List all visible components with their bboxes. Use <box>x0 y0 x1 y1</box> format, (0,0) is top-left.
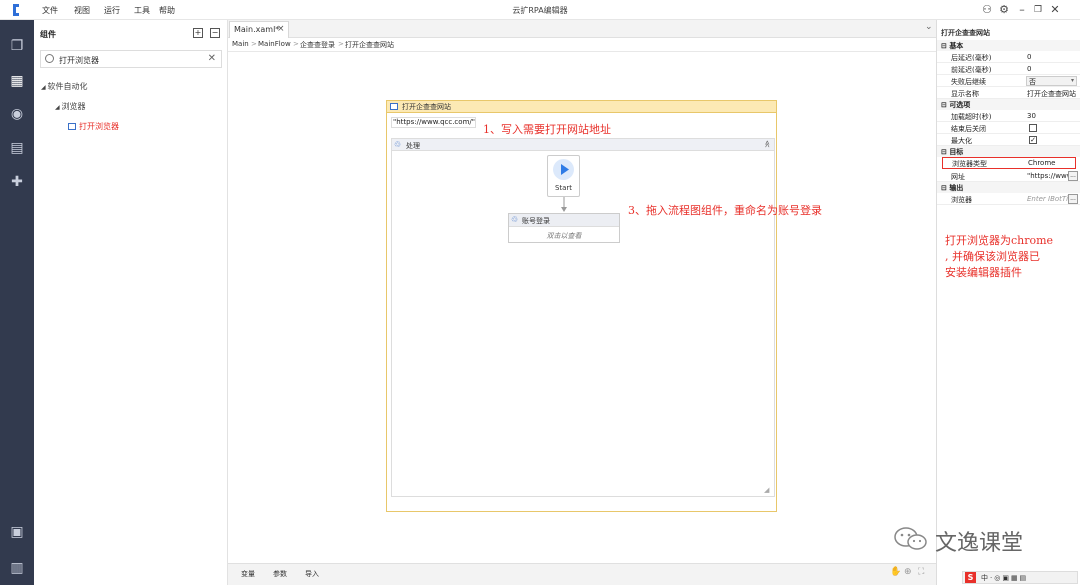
prop-browser-output[interactable]: 浏览器 Enter IBotTi... <box>937 193 1080 205</box>
watermark: 文逸课堂 <box>893 521 1063 557</box>
watermark-text: 文逸课堂 <box>935 531 1024 556</box>
tree-node-software-automation[interactable]: ◢ 软件自动化 <box>41 81 88 92</box>
menu-bar: 文件 视图 运行 工具 帮助 云扩RPA编辑器 ⚇ ⚙ – ❐ ✕ <box>0 0 1080 20</box>
recorder-icon[interactable]: ◉ <box>9 106 25 122</box>
breadcrumb-login[interactable]: 企查查登录 <box>300 40 335 50</box>
prop-maximize[interactable]: 最大化 ✓ <box>937 134 1080 146</box>
settings-gear-icon[interactable]: ⚙ <box>997 3 1011 16</box>
tab-label: Main.xaml* <box>234 25 280 34</box>
prop-close-on-end[interactable]: 结束后关闭 <box>937 122 1080 134</box>
wechat-logo-icon <box>894 527 927 550</box>
prop-url[interactable]: 网址 "https://www... <box>937 170 1080 182</box>
tab-main-xaml[interactable]: Main.xaml* × <box>229 21 289 38</box>
help-book-icon[interactable]: ▥ <box>9 560 25 576</box>
browser-output-edit-button[interactable]: ... <box>1068 194 1078 204</box>
user-icon[interactable]: ⚇ <box>980 3 994 16</box>
bottom-bar: 变量 参数 导入 ✋ ⊕ ⛶ <box>228 563 936 585</box>
tree-node-browser[interactable]: ◢ 浏览器 <box>55 101 86 112</box>
clear-search-icon[interactable]: ✕ <box>208 53 216 64</box>
plugin-icon[interactable]: ✚ <box>9 174 25 190</box>
play-icon <box>553 159 574 180</box>
tab-arguments[interactable]: 参数 <box>273 569 287 579</box>
properties-panel: 打开企查查网站 ⊟ 基本 后延迟(毫秒) 0 前延迟(毫秒) 0 失败后继续 否 ▾ … <box>936 20 1080 585</box>
components-panel: 组件 + − 打开浏览器 ✕ ◢ 软件自动化 ◢ 浏览器 打开浏览器 <box>34 20 228 585</box>
prop-display-name[interactable]: 显示名称 打开企查查网站 <box>937 87 1080 99</box>
tab-dropdown-icon[interactable]: ⌄ <box>925 22 933 32</box>
copy-icon[interactable]: ❐ <box>9 38 25 54</box>
flowchart-container[interactable]: ♲ 处理 ≫ Start ♲ 账号登录 双击以查看 3、拖入流程图组件，重命名为… <box>391 138 822 497</box>
hand-tool-icon[interactable]: ✋ <box>890 567 901 577</box>
start-label: Start <box>554 184 573 192</box>
collapse-all-button[interactable]: − <box>210 28 220 38</box>
start-node[interactable]: Start <box>547 155 580 197</box>
minimize-icon[interactable]: – <box>1015 3 1029 16</box>
breadcrumb: Main > MainFlow > 企查查登录 > 打开企查查网站 <box>228 38 936 52</box>
flowchart-header: ♲ 处理 ≫ <box>392 139 774 151</box>
collapse-icon[interactable]: ≫ <box>764 140 772 147</box>
component-search[interactable]: 打开浏览器 ✕ <box>40 50 222 68</box>
breadcrumb-main[interactable]: Main <box>232 40 249 48</box>
continue-on-error-select[interactable]: 否 ▾ <box>1026 76 1077 86</box>
expand-all-button[interactable]: + <box>193 28 203 38</box>
flowchart-icon: ♲ <box>511 215 519 224</box>
ime-tray: S 中·◎▣▦▤ <box>962 571 1078 584</box>
section-options[interactable]: ⊟ 可选项 <box>937 99 1080 110</box>
annotation-step1: 1、写入需要打开网站地址 <box>483 123 611 136</box>
tab-imports[interactable]: 导入 <box>305 569 319 579</box>
breadcrumb-open-site[interactable]: 打开企查查网站 <box>345 40 394 50</box>
dropdown-arrow-icon: ▾ <box>1070 77 1074 84</box>
components-grid-icon[interactable]: ▦ <box>9 73 25 89</box>
prop-load-timeout[interactable]: 加载超时(秒) 30 <box>937 110 1080 122</box>
left-nav: ❐ ▦ ◉ ▤ ✚ ▣ ▥ <box>0 20 34 585</box>
double-click-hint: 双击以查看 <box>546 232 582 240</box>
section-basic[interactable]: ⊟ 基本 <box>937 40 1080 51</box>
fit-screen-icon[interactable]: ⛶ <box>918 567 924 577</box>
search-icon <box>45 54 54 63</box>
panel-title: 组件 <box>40 30 56 39</box>
designer-canvas: 打开企查查网站 "https://www.qcc.com/" 1、写入需要打开网… <box>228 52 936 563</box>
search-input[interactable]: 打开浏览器 <box>59 55 99 66</box>
annotation-step3: 3、拖入流程图组件，重命名为账号登录 <box>628 204 822 217</box>
flowchart-title: 处理 <box>406 142 420 150</box>
document-tabs: Main.xaml* × ⌄ <box>228 20 936 38</box>
close-on-end-checkbox[interactable] <box>1029 124 1037 132</box>
open-browser-icon <box>68 123 76 130</box>
zoom-icon[interactable]: ⊕ <box>904 567 912 577</box>
calendar-icon[interactable]: ▤ <box>9 140 25 156</box>
url-edit-button[interactable]: ... <box>1068 171 1078 181</box>
activity-header: 打开企查查网站 <box>387 101 776 113</box>
account-login-title: 账号登录 <box>522 217 550 225</box>
sogou-ime-icon[interactable]: S <box>965 572 976 583</box>
section-output[interactable]: ⊟ 输出 <box>937 182 1080 193</box>
maximize-checkbox[interactable]: ✓ <box>1029 136 1037 144</box>
flowchart-icon: ♲ <box>394 140 402 149</box>
breadcrumb-mainflow[interactable]: MainFlow <box>258 40 291 48</box>
close-window-icon[interactable]: ✕ <box>1048 3 1062 16</box>
tab-variables[interactable]: 变量 <box>241 569 255 579</box>
activity-header: ♲ 账号登录 <box>509 214 619 227</box>
account-login-flowchart[interactable]: ♲ 账号登录 双击以查看 <box>508 213 620 243</box>
ime-tools-icons[interactable]: 中·◎▣▦▤ <box>981 573 1028 583</box>
browser-activity-icon <box>390 103 398 110</box>
tab-close-icon[interactable]: × <box>277 24 285 34</box>
tree-node-open-browser[interactable]: 打开浏览器 <box>68 121 119 132</box>
open-browser-activity[interactable]: 打开企查查网站 "https://www.qcc.com/" 1、写入需要打开网… <box>386 100 822 512</box>
package-icon[interactable]: ▣ <box>9 524 25 540</box>
url-input[interactable]: "https://www.qcc.com/" <box>391 117 476 128</box>
properties-title: 打开企查查网站 <box>941 29 990 37</box>
prop-browser-type[interactable]: 浏览器类型 Chrome <box>942 157 1076 169</box>
prop-delay-after[interactable]: 后延迟(毫秒) 0 <box>937 51 1080 63</box>
prop-continue-on-error[interactable]: 失败后继续 否 ▾ <box>937 75 1080 87</box>
restore-icon[interactable]: ❐ <box>1031 5 1045 15</box>
resize-grip-icon[interactable]: ◢ <box>764 486 769 494</box>
prop-delay-before[interactable]: 前延迟(毫秒) 0 <box>937 63 1080 75</box>
connector-arrow-icon <box>561 197 567 212</box>
window-title: 云扩RPA编辑器 <box>512 6 568 15</box>
section-target[interactable]: ⊟ 目标 <box>937 146 1080 157</box>
annotation-note: 打开浏览器为chrome , 并确保该浏览器已 安装编辑器插件 <box>945 234 1054 279</box>
activity-title: 打开企查查网站 <box>402 103 451 111</box>
